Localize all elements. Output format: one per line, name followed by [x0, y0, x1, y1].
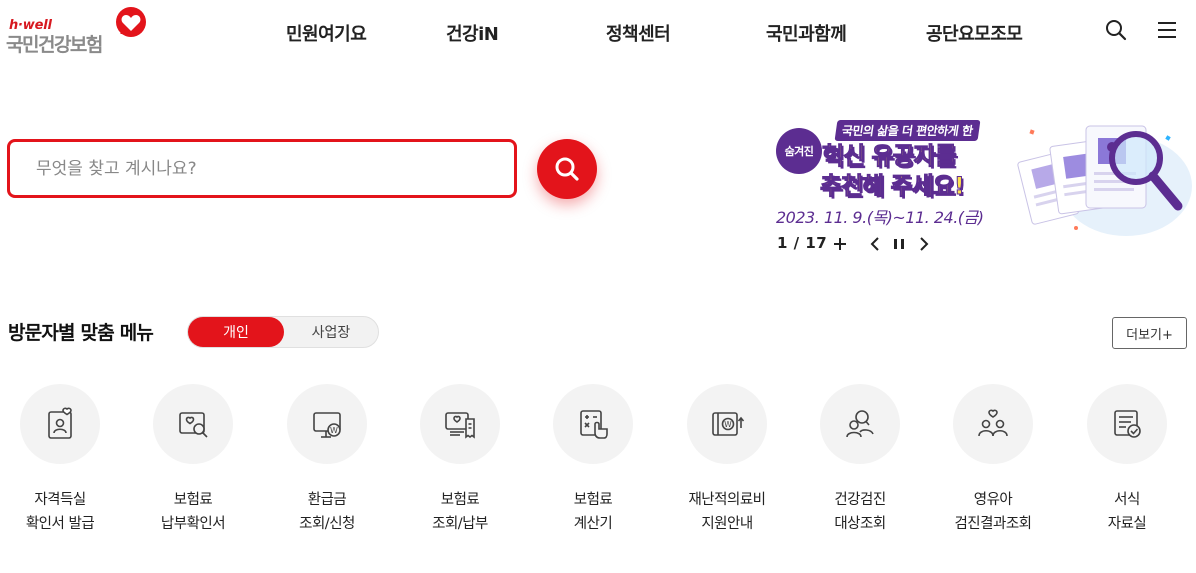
search-button[interactable] — [537, 139, 597, 199]
search-input[interactable] — [36, 156, 496, 182]
menu-icon-circle — [953, 384, 1033, 464]
menu-label: 서식 자료실 — [1060, 488, 1194, 536]
main-nav: 민원여기요 건강iN 정책센터 국민과함께 공단요모조모 — [0, 20, 1196, 46]
menu-label-line1: 보험료 — [173, 492, 213, 508]
screen-receipt-icon — [445, 412, 475, 439]
calculator-hand-icon — [580, 410, 608, 439]
family-heart-icon — [978, 409, 1008, 437]
menu-label-line2: 지원안내 — [701, 516, 753, 532]
banner-tag: 숨겨진 — [776, 128, 822, 174]
nav-item-policy[interactable]: 정책센터 — [606, 20, 671, 46]
menu-icon-circle — [20, 384, 100, 464]
menu-label-line1: 보험료 — [440, 492, 480, 508]
menu-icon-circle: W — [687, 384, 767, 464]
nav-item-together[interactable]: 국민과함께 — [766, 20, 847, 46]
more-button[interactable]: 더보기+ — [1112, 317, 1187, 349]
menu-icon-circle: W — [287, 384, 367, 464]
plus-icon[interactable] — [831, 235, 849, 253]
nav-item-about[interactable]: 공단요모조모 — [926, 20, 1023, 46]
menu-item-checkup-target[interactable]: 건강검진 대상조회 — [793, 384, 927, 544]
site-header: h·well 국민건강보험 민원여기요 건강iN 정책센터 국민과함께 공단요모… — [0, 0, 1196, 64]
menu-icon-circle — [153, 384, 233, 464]
pause-icon[interactable] — [890, 235, 908, 253]
menu-label-line1: 재난적의료비 — [688, 492, 766, 508]
tab-business[interactable]: 사업장 — [283, 317, 379, 347]
hamburger-menu-icon[interactable] — [1155, 18, 1179, 42]
visitor-type-toggle: 개인 사업장 — [187, 316, 379, 348]
menu-label: 보험료 계산기 — [526, 488, 660, 536]
menu-icon-circle — [553, 384, 633, 464]
card-search-icon — [179, 412, 208, 438]
menu-label-line2: 계산기 — [573, 516, 613, 532]
chevron-right-icon[interactable] — [914, 235, 932, 253]
menu-icon-circle — [820, 384, 900, 464]
banner-date: 2023. 11. 9.(목)~11. 24.(금) — [776, 208, 984, 227]
menu-item-calculator[interactable]: 보험료 계산기 — [526, 384, 660, 544]
search-icon — [555, 157, 579, 181]
people-search-icon — [846, 410, 874, 438]
menu-item-disaster-medical[interactable]: W 재난적의료비 지원안내 — [660, 384, 794, 544]
menu-label-line2: 대상조회 — [834, 516, 886, 532]
menu-label-line2: 조회/납부 — [432, 516, 488, 532]
monitor-won-icon: W — [313, 412, 341, 438]
section-title: 방문자별 맞춤 메뉴 — [8, 322, 154, 344]
chevron-left-icon[interactable] — [867, 235, 885, 253]
banner-pager: 1 / 17 — [777, 234, 828, 252]
menu-label-line1: 건강검진 — [834, 492, 886, 508]
menu-label-line1: 영유아 — [973, 492, 1013, 508]
menu-label-line2: 자료실 — [1107, 516, 1147, 532]
menu-label: 재난적의료비 지원안내 — [660, 488, 794, 536]
tab-personal[interactable]: 개인 — [188, 317, 284, 347]
menu-item-payment-confirm[interactable]: 보험료 납부확인서 — [126, 384, 260, 544]
documents-magnifier-illustration — [1017, 125, 1192, 236]
id-card-heart-icon — [48, 407, 72, 439]
menu-item-qualification[interactable]: 자격득실 확인서 발급 — [0, 384, 127, 544]
menu-label: 건강검진 대상조회 — [793, 488, 927, 536]
menu-label: 자격득실 확인서 발급 — [0, 488, 127, 536]
menu-label: 보험료 납부확인서 — [126, 488, 260, 536]
wallet-won-icon: W — [712, 412, 745, 436]
search-icon[interactable] — [1104, 18, 1128, 42]
menu-label: 보험료 조회/납부 — [393, 488, 527, 536]
document-check-icon — [1114, 410, 1141, 438]
menu-label-line1: 서식 — [1114, 492, 1140, 508]
menu-label-line2: 확인서 발급 — [25, 516, 95, 532]
menu-label: 영유아 검진결과조회 — [926, 488, 1060, 536]
menu-icon-circle — [1087, 384, 1167, 464]
menu-label: 환급금 조회/신청 — [260, 488, 394, 536]
menu-label-line1: 환급금 — [307, 492, 347, 508]
promo-banner[interactable]: 숨겨진 국민의 삶을 더 편안하게 한 혁신 유공자를 추천해 주세요! 202… — [776, 116, 1196, 236]
nav-item-civil[interactable]: 민원여기요 — [286, 20, 367, 46]
menu-label-line2: 납부확인서 — [160, 516, 226, 532]
menu-item-premium-inquiry[interactable]: 보험료 조회/납부 — [393, 384, 527, 544]
menu-item-forms[interactable]: 서식 자료실 — [1060, 384, 1194, 544]
menu-label-line2: 검진결과조회 — [954, 516, 1032, 532]
menu-item-refund[interactable]: W 환급금 조회/신청 — [260, 384, 394, 544]
svg-text:W: W — [330, 426, 338, 435]
svg-text:W: W — [724, 420, 732, 429]
menu-label-line1: 보험료 — [573, 492, 613, 508]
menu-item-infant-checkup[interactable]: 영유아 검진결과조회 — [926, 384, 1060, 544]
menu-icon-circle — [420, 384, 500, 464]
menu-label-line2: 조회/신청 — [299, 516, 355, 532]
nav-item-health-in[interactable]: 건강iN — [446, 20, 499, 46]
search-box — [7, 139, 517, 198]
banner-title-line2: 추천해 주세요! — [820, 172, 966, 201]
menu-label-line1: 자격득실 — [34, 492, 86, 508]
